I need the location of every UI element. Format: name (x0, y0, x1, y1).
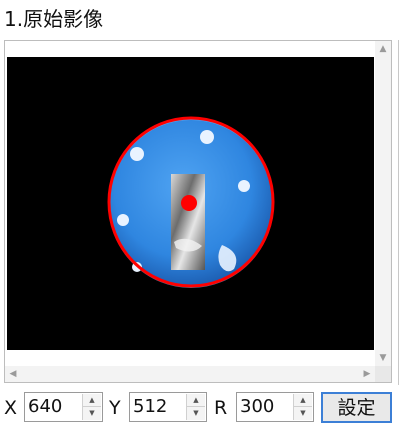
y-increment-icon[interactable]: ▲ (187, 394, 205, 407)
image-viewer[interactable]: ▲ ▼ ◀ ▶ (4, 40, 392, 383)
camera-image (7, 57, 374, 350)
vertical-scrollbar[interactable]: ▲ ▼ (375, 41, 391, 366)
r-stepper[interactable]: 300 ▲ ▼ (236, 392, 314, 422)
y-value[interactable]: 512 (133, 396, 167, 418)
y-label: Y (109, 397, 121, 419)
camera-image-svg (7, 57, 374, 350)
metal-part (171, 174, 205, 270)
y-decrement-icon[interactable]: ▼ (187, 407, 205, 420)
scroll-corner (375, 366, 391, 382)
scroll-left-icon[interactable]: ◀ (5, 366, 21, 382)
panel-divider (398, 40, 399, 385)
x-label: X (4, 397, 18, 419)
horizontal-scrollbar[interactable]: ◀ ▶ (5, 366, 375, 382)
y-stepper-buttons[interactable]: ▲ ▼ (186, 394, 205, 420)
scroll-down-icon[interactable]: ▼ (375, 350, 391, 366)
r-stepper-buttons[interactable]: ▲ ▼ (293, 394, 312, 420)
x-increment-icon[interactable]: ▲ (83, 394, 101, 407)
r-value[interactable]: 300 (240, 396, 274, 418)
scroll-up-icon[interactable]: ▲ (375, 41, 391, 57)
circle-settings: X 640 ▲ ▼ Y 512 ▲ ▼ R 300 ▲ ▼ 設定 (0, 390, 401, 427)
set-button[interactable]: 設定 (321, 392, 392, 423)
x-stepper-buttons[interactable]: ▲ ▼ (82, 394, 101, 420)
y-stepper[interactable]: 512 ▲ ▼ (129, 392, 207, 422)
center-marker (181, 195, 197, 211)
section-title: 1.原始影像 (4, 7, 104, 31)
r-decrement-icon[interactable]: ▼ (294, 407, 312, 420)
x-stepper[interactable]: 640 ▲ ▼ (24, 392, 103, 422)
x-decrement-icon[interactable]: ▼ (83, 407, 101, 420)
x-value[interactable]: 640 (28, 396, 62, 418)
r-label: R (214, 397, 228, 419)
r-increment-icon[interactable]: ▲ (294, 394, 312, 407)
scroll-right-icon[interactable]: ▶ (359, 366, 375, 382)
